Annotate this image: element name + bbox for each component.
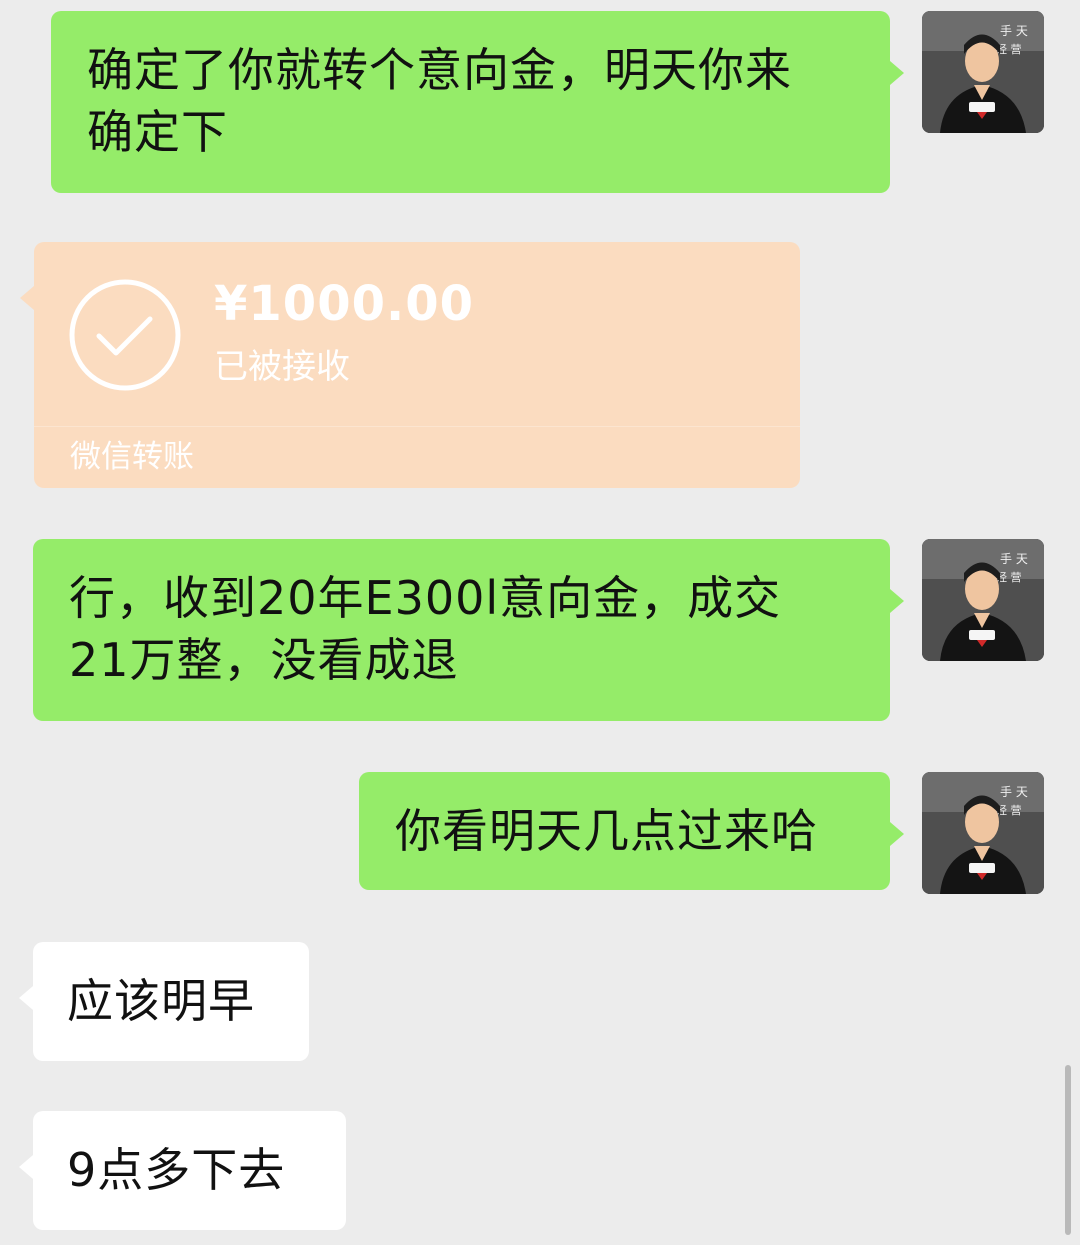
incoming-message-2[interactable]: 9点多下去: [19, 1111, 346, 1230]
message-line: 行，收到20年E300l意向金，成交: [69, 571, 782, 625]
message-line: 9点多下去: [67, 1143, 286, 1197]
svg-text:手 天: 手 天: [1000, 785, 1028, 799]
message-line: 确定了你就转个意向金，明天你来: [87, 43, 792, 97]
message-line: 你看明天几点过来哈: [395, 804, 818, 858]
svg-text:手 天: 手 天: [1000, 24, 1028, 38]
message-line: 确定下: [87, 105, 228, 159]
avatar[interactable]: 手 天 经 营: [922, 539, 1044, 661]
message-line: 21万整，没看成退: [69, 633, 459, 687]
avatar[interactable]: 手 天 经 营: [922, 772, 1044, 894]
avatar[interactable]: 手 天 经 营: [922, 11, 1044, 133]
transfer-divider: [34, 426, 800, 427]
check-circle-icon: [68, 278, 182, 392]
outgoing-message-2[interactable]: 行，收到20年E300l意向金，成交 21万整，没看成退: [33, 539, 904, 721]
outgoing-message-3[interactable]: 你看明天几点过来哈: [359, 772, 904, 890]
avatar-image: 手 天 经 营: [922, 539, 1044, 661]
outgoing-message-1[interactable]: 确定了你就转个意向金，明天你来 确定下: [51, 11, 904, 193]
chat-window: 确定了你就转个意向金，明天你来 确定下 手 天 经 营 ¥1000.00 已被接…: [0, 0, 1080, 1245]
incoming-message-1[interactable]: 应该明早: [19, 942, 309, 1061]
avatar-image: 手 天 经 营: [922, 11, 1044, 133]
svg-text:手 天: 手 天: [1000, 552, 1028, 566]
scrollbar[interactable]: [1065, 1065, 1071, 1235]
avatar-image: 手 天 经 营: [922, 772, 1044, 894]
transfer-label: 微信转账: [70, 439, 194, 475]
message-line: 应该明早: [67, 974, 255, 1028]
transfer-amount: ¥1000.00: [214, 276, 475, 332]
transfer-status: 已被接收: [214, 347, 350, 387]
